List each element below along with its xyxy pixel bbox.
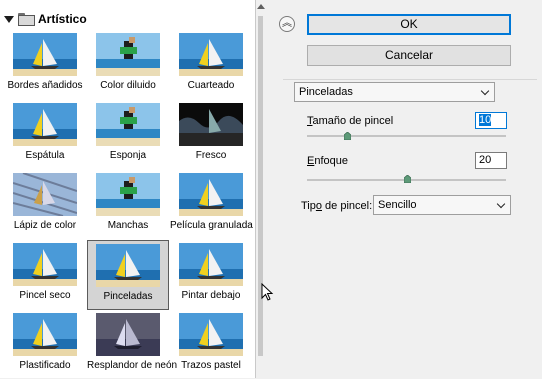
- sharpness-label: Enfoque: [307, 155, 348, 167]
- category-label: Artístico: [38, 12, 87, 26]
- filter-label: Manchas: [107, 220, 149, 231]
- filter-preview-image: [13, 313, 77, 356]
- filter-thumb-pincel-seco[interactable]: Pincel seco: [4, 240, 86, 310]
- filter-label: Película granulada: [170, 220, 253, 231]
- filter-preview-image: [179, 103, 243, 146]
- filter-preview-image: [13, 33, 77, 76]
- filter-select-value: Pinceladas: [299, 86, 353, 98]
- filter-preview-image: [13, 243, 77, 286]
- filter-thumb-cuarteado[interactable]: Cuarteado: [170, 30, 252, 100]
- filter-thumb-trazos-pastel[interactable]: Trazos pastel: [170, 310, 252, 378]
- filter-label: Lápiz de color: [13, 220, 77, 231]
- category-header-artistic[interactable]: Artístico: [4, 11, 87, 27]
- filter-thumb-manchas[interactable]: Manchas: [87, 170, 169, 240]
- collapse-gallery-button[interactable]: ︽: [279, 16, 295, 32]
- filter-preview-image: [96, 103, 160, 146]
- filter-label: Plastificado: [19, 360, 71, 371]
- filter-thumb-pinceladas[interactable]: Pinceladas: [87, 240, 169, 310]
- filter-preview-image: [96, 33, 160, 76]
- sharpness-slider-handle[interactable]: [404, 175, 411, 183]
- filter-label: Pincel seco: [19, 290, 71, 301]
- filter-preview-image: [179, 313, 243, 356]
- filter-thumb-fresco[interactable]: Fresco: [170, 100, 252, 170]
- filter-preview-image: [96, 244, 160, 287]
- filter-preview-image: [96, 313, 160, 356]
- filter-label: Cuarteado: [187, 80, 235, 91]
- double-chevron-up-icon: ︽: [282, 18, 292, 29]
- filter-label: Bordes añadidos: [7, 80, 83, 91]
- filter-preview-image: [13, 173, 77, 216]
- filter-thumb-pintar-debajo[interactable]: Pintar debajo: [170, 240, 252, 310]
- brush-type-value: Sencillo: [378, 199, 417, 211]
- mouse-cursor-icon: [261, 283, 274, 301]
- filter-gallery: Artístico Bordes añadidos Color diluido Cu…: [0, 0, 256, 378]
- chevron-down-icon: [480, 86, 490, 96]
- brush-size-slider-handle[interactable]: [344, 132, 351, 140]
- brush-size-label: Tamaño de pincel: [307, 115, 394, 127]
- filter-thumb-resplandor-de-neon[interactable]: Resplandor de neón: [87, 310, 178, 378]
- filter-label: Resplandor de neón: [87, 360, 178, 371]
- brush-type-select[interactable]: Sencillo: [373, 195, 511, 215]
- filter-select[interactable]: Pinceladas: [294, 82, 495, 102]
- brush-type-label: Tipo de pincel:: [301, 200, 373, 212]
- filter-thumb-esponja[interactable]: Esponja: [87, 100, 169, 170]
- folder-icon: [18, 13, 35, 26]
- filter-label: Pintar debajo: [181, 290, 241, 301]
- filter-thumb-bordes-anadidos[interactable]: Bordes añadidos: [4, 30, 86, 100]
- chevron-down-icon: [496, 199, 506, 209]
- ok-button[interactable]: OK: [307, 14, 511, 35]
- filter-preview-image: [179, 33, 243, 76]
- filter-thumb-lapiz-de-color[interactable]: Lápiz de color: [4, 170, 86, 240]
- filter-label: Esponja: [109, 150, 147, 161]
- scroll-up-icon[interactable]: [257, 4, 265, 9]
- filter-preview-image: [179, 173, 243, 216]
- expand-triangle-icon[interactable]: [4, 15, 14, 23]
- filter-preview-image: [179, 243, 243, 286]
- filter-label: Espátula: [25, 150, 65, 161]
- sharpness-input[interactable]: 20: [475, 152, 507, 169]
- filter-label: Trazos pastel: [181, 360, 241, 371]
- filter-thumb-plastificado[interactable]: Plastificado: [4, 310, 86, 378]
- filter-thumb-espatula[interactable]: Espátula: [4, 100, 86, 170]
- brush-size-input[interactable]: 10: [475, 112, 507, 129]
- filter-preview-image: [96, 173, 160, 216]
- filter-label: Pinceladas: [103, 291, 153, 302]
- scrollbar-thumb[interactable]: [258, 16, 263, 356]
- filter-label: Fresco: [195, 150, 227, 161]
- filter-label: Color diluido: [100, 80, 156, 91]
- gallery-scrollbar[interactable]: [256, 0, 265, 378]
- filter-thumb-pelicula-granulada[interactable]: Película granulada: [170, 170, 253, 240]
- filter-thumb-color-diluido[interactable]: Color diluido: [87, 30, 169, 100]
- brush-size-slider-track[interactable]: [307, 135, 506, 137]
- cancel-button[interactable]: Cancelar: [307, 45, 511, 66]
- filter-preview-image: [13, 103, 77, 146]
